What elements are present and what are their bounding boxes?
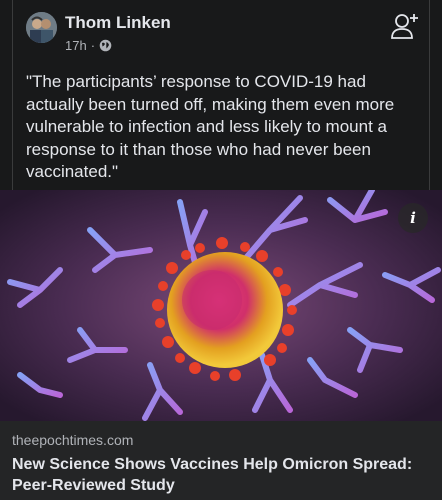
link-title[interactable]: New Science Shows Vaccines Help Omicron …: [12, 454, 432, 496]
post-meta: 17h ·: [65, 38, 112, 53]
avatar[interactable]: [26, 12, 57, 43]
link-preview-image[interactable]: [0, 190, 442, 421]
card-border-left: [12, 0, 13, 190]
card-border-right: [429, 0, 430, 190]
link-domain: theepochtimes.com: [12, 432, 134, 448]
info-icon: i: [410, 209, 416, 227]
link-preview-footer[interactable]: theepochtimes.com New Science Shows Vacc…: [0, 421, 442, 500]
meta-separator: ·: [90, 38, 96, 53]
post-header: Thom Linken 17h ·: [0, 0, 442, 62]
author-name[interactable]: Thom Linken: [65, 13, 171, 33]
info-button[interactable]: i: [398, 203, 428, 233]
add-friend-icon[interactable]: [390, 12, 420, 40]
globe-icon: [99, 39, 112, 52]
feed-post: Thom Linken 17h · "The participants’ res: [0, 0, 442, 500]
post-time[interactable]: 17h: [65, 38, 87, 53]
post-text: "The participants’ response to COVID-19 …: [26, 72, 395, 181]
